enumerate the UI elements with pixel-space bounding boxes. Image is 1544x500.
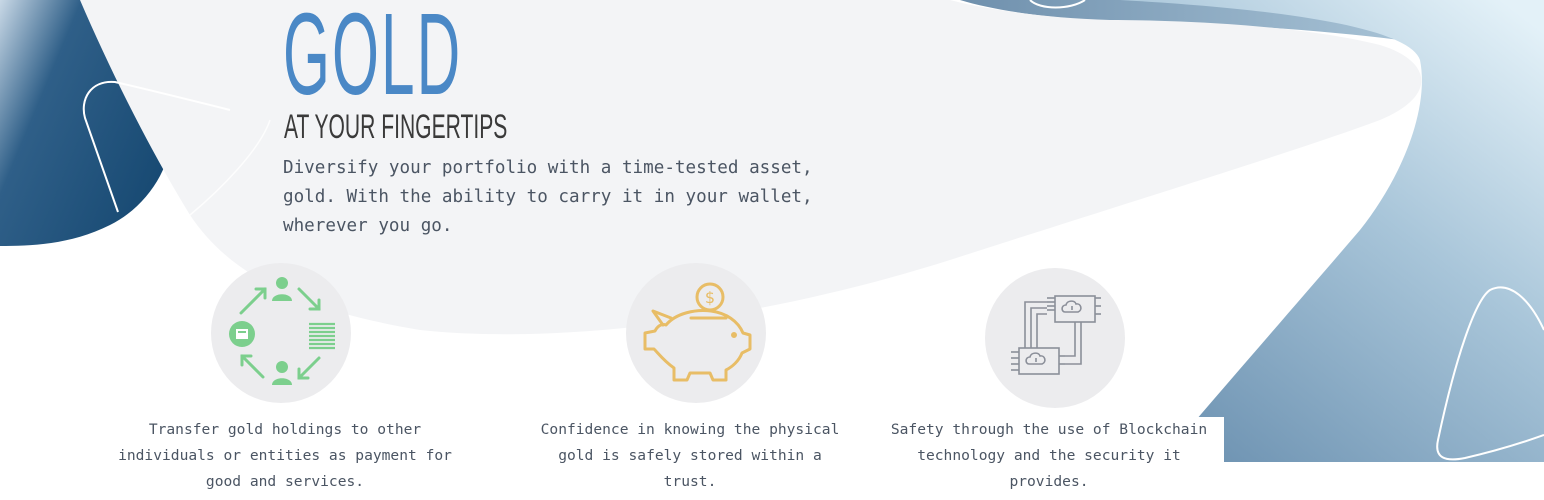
- feature-text-transfer: Transfer gold holdings to other individu…: [118, 421, 452, 490]
- blockchain-servers-icon: [1011, 295, 1101, 375]
- feature-text-blockchain: Safety through the use of Blockchain tec…: [874, 417, 1224, 495]
- hero-headline: GOLD: [283, 0, 463, 119]
- svg-text:$: $: [705, 288, 715, 307]
- feature-text-piggy: Confidence in knowing the physical gold …: [540, 421, 840, 490]
- feature-icon-circle-transfer: [211, 263, 351, 403]
- feature-icon-circle-piggy: $: [626, 263, 766, 403]
- hero-intro-text: Diversify your portfolio with a time-tes…: [283, 158, 813, 236]
- hero-subheadline: AT YOUR FINGERTIPS: [284, 108, 508, 146]
- transfer-cycle-icon: [229, 277, 335, 385]
- feature-icon-circle-blockchain: [985, 268, 1125, 408]
- piggy-bank-icon: $: [643, 282, 752, 382]
